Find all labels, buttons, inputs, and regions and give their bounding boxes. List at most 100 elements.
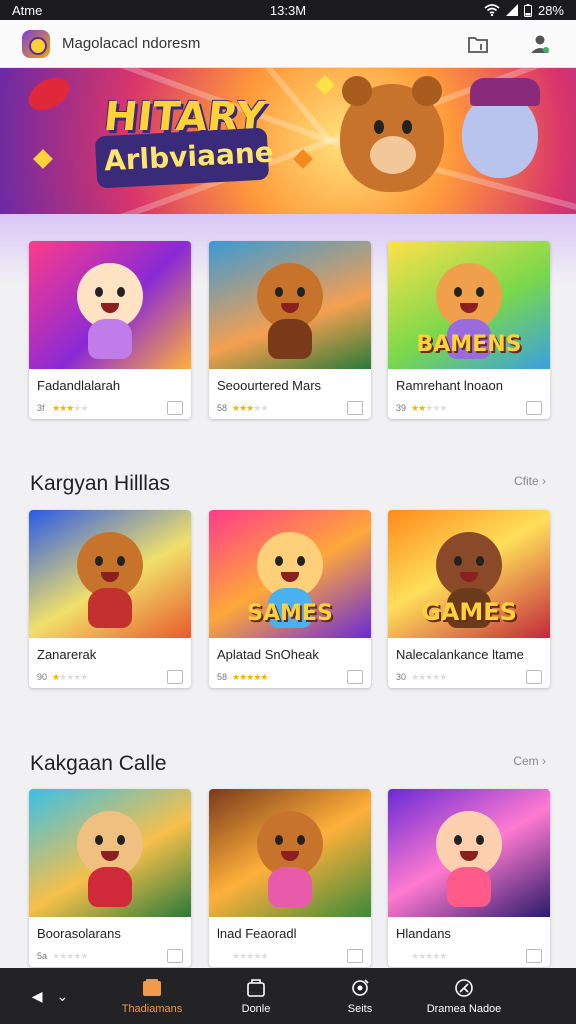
hero-banner[interactable]: HITARY Arlbviaane xyxy=(0,68,576,214)
star-icon: ★ xyxy=(411,402,419,413)
game-title: Seoourtered Mars xyxy=(217,378,322,393)
battery-level: 28% xyxy=(537,2,564,18)
bear-mascot xyxy=(340,76,444,192)
thumbnail-logo-text: SAMES xyxy=(247,601,333,626)
star-icon: ★ xyxy=(246,950,254,961)
menu-chevron-icon[interactable]: ⌄ xyxy=(57,988,69,1005)
section-title: Kargyan Hilllas xyxy=(30,472,171,495)
star-icon: ★ xyxy=(59,402,67,413)
game-score: 90 xyxy=(37,672,48,682)
download-icon[interactable] xyxy=(347,670,363,684)
game-thumbnail[interactable] xyxy=(209,241,371,369)
star-icon: ★ xyxy=(52,671,60,682)
game-card[interactable]: Zanarerak 90 ★ ★ ★ ★ ★ xyxy=(29,510,191,688)
battery-icon xyxy=(523,3,532,17)
app-bar: Magolacacl ndoresm xyxy=(0,20,576,68)
game-thumbnail[interactable] xyxy=(29,510,191,638)
star-icon: ★ xyxy=(73,950,81,961)
star-icon: ★ xyxy=(232,402,240,413)
game-card[interactable]: SAMES Aplatad SnOheak 58 ★ ★ ★ ★ ★ xyxy=(209,510,371,688)
profile-icon xyxy=(455,979,473,997)
download-icon[interactable] xyxy=(167,401,183,415)
star-icon: ★ xyxy=(59,671,67,682)
star-icon: ★ xyxy=(260,671,268,682)
star-icon: ★ xyxy=(73,671,81,682)
star-icon: ★ xyxy=(59,950,67,961)
character-art xyxy=(77,532,143,628)
nav-item-dramea[interactable]: Dramea Nadoe xyxy=(412,977,516,1015)
star-icon: ★ xyxy=(66,950,74,961)
character-art xyxy=(257,263,323,359)
nav-item-home[interactable]: Thadiamans xyxy=(100,977,204,1015)
game-card[interactable]: BAMENS Ramrehant lnoaon 39 ★ ★ ★ ★ ★ xyxy=(388,241,550,419)
star-icon: ★ xyxy=(260,402,268,413)
star-icon: ★ xyxy=(246,402,254,413)
download-icon[interactable] xyxy=(167,949,183,963)
game-thumbnail[interactable]: BAMENS xyxy=(388,241,550,369)
character-art xyxy=(77,811,143,907)
back-button[interactable]: ◀ xyxy=(32,988,43,1005)
download-icon[interactable] xyxy=(347,401,363,415)
star-icon: ★ xyxy=(52,402,60,413)
candy-icon xyxy=(28,77,70,111)
game-score: 58 xyxy=(217,403,228,413)
game-title: Zanarerak xyxy=(37,647,97,662)
game-thumbnail[interactable]: SAMES xyxy=(209,510,371,638)
download-icon[interactable] xyxy=(526,949,542,963)
download-icon[interactable] xyxy=(526,670,542,684)
download-icon[interactable] xyxy=(526,401,542,415)
star-icon: ★ xyxy=(239,950,247,961)
box-icon xyxy=(247,979,265,997)
game-card[interactable]: Seoourtered Mars 58 ★ ★ ★ ★ ★ xyxy=(209,241,371,419)
game-thumbnail[interactable] xyxy=(29,789,191,917)
thumbnail-logo-text: GAMES xyxy=(421,598,517,626)
game-card[interactable]: Boorasolarans 5a ★ ★ ★ ★ ★ xyxy=(29,789,191,967)
game-card[interactable]: GAMES Nalecalankance ltame 30 ★ ★ ★ ★ ★ xyxy=(388,510,550,688)
star-icon: ★ xyxy=(232,950,240,961)
game-thumbnail[interactable]: GAMES xyxy=(388,510,550,638)
see-more-link[interactable]: Cfite › xyxy=(514,474,546,488)
nav-item-donle[interactable]: Donle xyxy=(204,977,308,1015)
bottom-nav: ◀ ⌄ Thadiamans Donle Seits Dramea Nadoe xyxy=(0,968,576,1024)
star-icon: ★ xyxy=(239,671,247,682)
game-thumbnail[interactable] xyxy=(209,789,371,917)
star-icon: ★ xyxy=(439,950,447,961)
star-icon: ★ xyxy=(411,671,419,682)
game-score: 58 xyxy=(217,672,228,682)
star-icon: ★ xyxy=(432,402,440,413)
download-icon[interactable] xyxy=(347,949,363,963)
star-icon: ★ xyxy=(253,402,261,413)
star-icon: ★ xyxy=(73,402,81,413)
download-icon[interactable] xyxy=(167,670,183,684)
sparkle-icon xyxy=(33,149,53,169)
star-icon: ★ xyxy=(66,402,74,413)
wifi-icon xyxy=(484,4,500,16)
character-art xyxy=(436,532,502,628)
game-card[interactable]: lnad Feaoradl ★ ★ ★ ★ ★ xyxy=(209,789,371,967)
section-title: Kakgaan Calle xyxy=(30,752,167,775)
game-thumbnail[interactable] xyxy=(29,241,191,369)
settings-icon xyxy=(352,979,369,996)
signal-icon xyxy=(505,4,518,16)
star-icon: ★ xyxy=(418,950,426,961)
status-carrier: Atme xyxy=(12,2,43,18)
character-art xyxy=(77,263,143,359)
see-more-link[interactable]: Cem › xyxy=(513,754,546,768)
game-title: Hlandans xyxy=(396,926,451,941)
star-icon: ★ xyxy=(80,950,88,961)
star-icon: ★ xyxy=(425,402,433,413)
character-art xyxy=(436,811,502,907)
app-title: Magolacacl ndoresm xyxy=(62,35,201,52)
nav-item-seits[interactable]: Seits xyxy=(308,977,412,1015)
person-icon[interactable] xyxy=(526,30,554,58)
game-card[interactable]: Hlandans ★ ★ ★ ★ ★ xyxy=(388,789,550,967)
star-icon: ★ xyxy=(66,671,74,682)
character-art xyxy=(257,811,323,907)
folder-icon[interactable] xyxy=(464,30,492,58)
star-icon: ★ xyxy=(52,950,60,961)
star-icon: ★ xyxy=(425,950,433,961)
game-thumbnail[interactable] xyxy=(388,789,550,917)
game-card[interactable]: Fadandlalarah 3f ★ ★ ★ ★ ★ xyxy=(29,241,191,419)
game-title: Ramrehant lnoaon xyxy=(396,378,503,393)
app-logo[interactable] xyxy=(22,29,50,58)
